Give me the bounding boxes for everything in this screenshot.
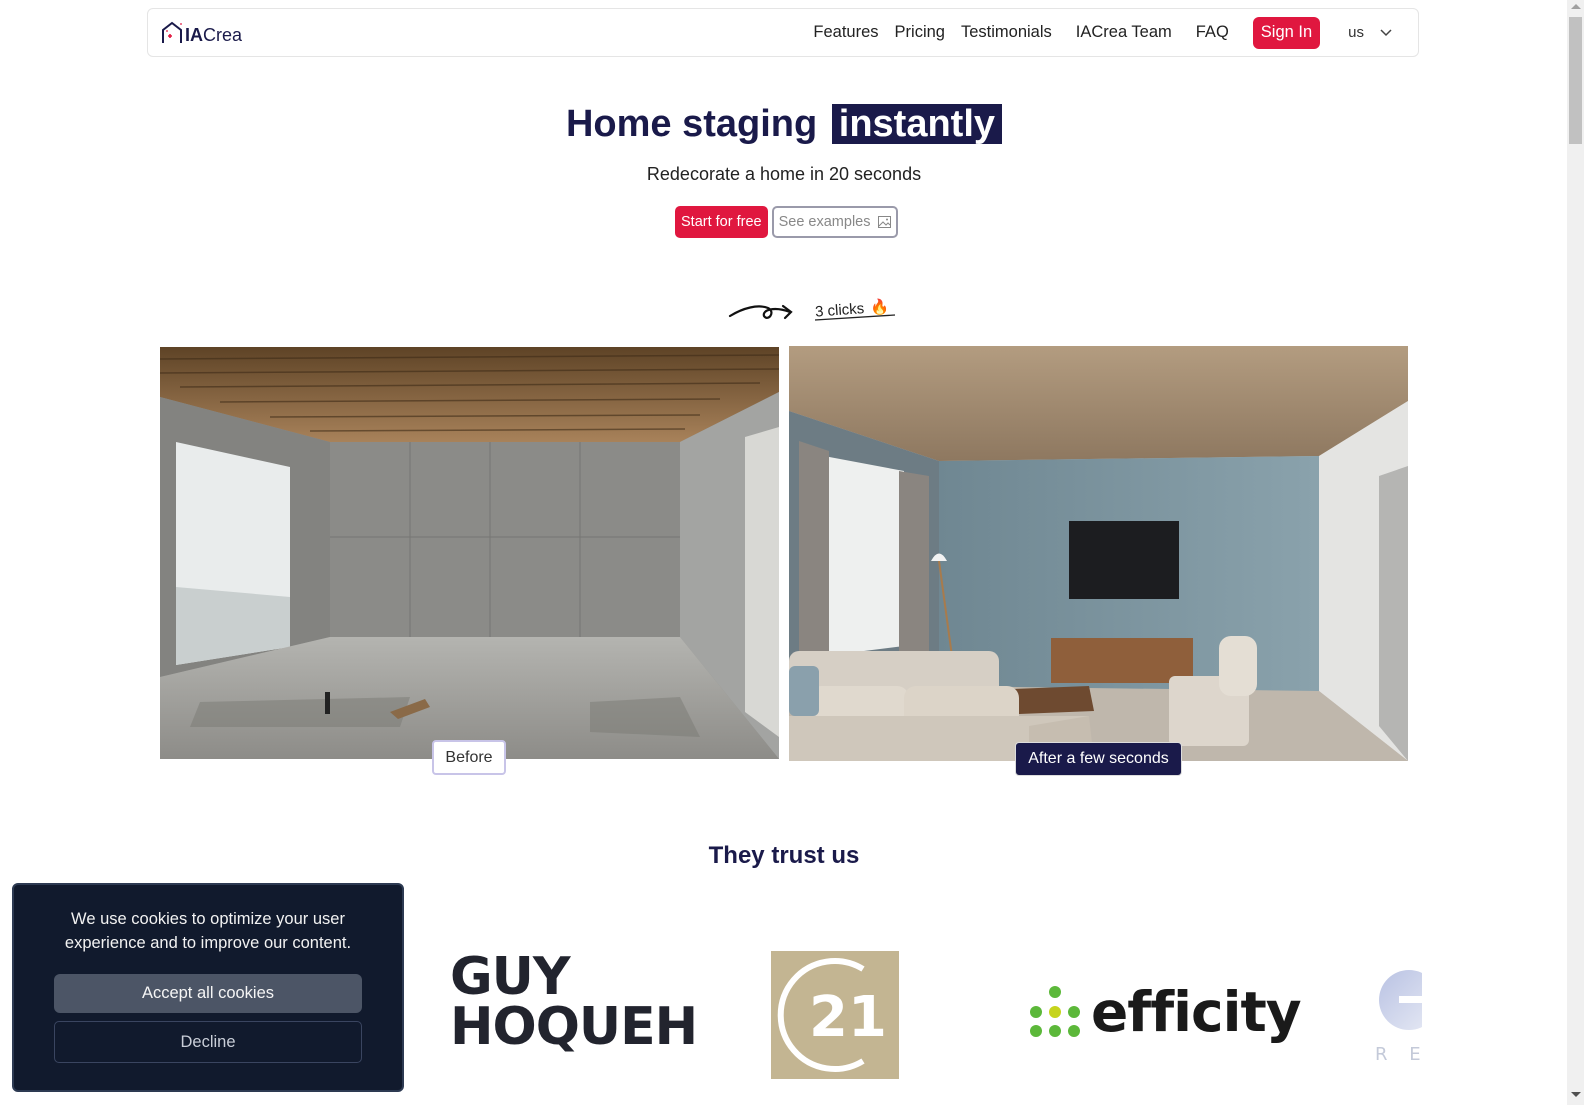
nav-link-testimonials[interactable]: Testimonials <box>961 23 1052 42</box>
scroll-thumb[interactable] <box>1569 17 1582 144</box>
century21-mark: 21 <box>777 958 887 1072</box>
svg-text:R E: R E <box>1375 1044 1422 1065</box>
nav-link-features[interactable]: Features <box>813 23 878 42</box>
logo-partial: R E <box>1375 970 1422 1065</box>
brand-name: IACrea <box>185 25 243 45</box>
staged-living-room-illustration <box>789 346 1408 761</box>
trust-title: They trust us <box>708 842 860 869</box>
cookie-message: We use cookies to optimize your user exp… <box>64 910 352 952</box>
accept-cookies-button[interactable]: Accept all cookies <box>54 974 362 1013</box>
language-select[interactable]: us <box>1348 24 1392 41</box>
hero-title-main: Home staging <box>565 103 818 145</box>
decline-cookies-button[interactable]: Decline <box>54 1021 362 1063</box>
see-examples-label: See examples <box>778 214 871 230</box>
see-examples-button[interactable]: See examples <box>771 206 899 238</box>
hero-title: Home staging instantly <box>0 102 1568 146</box>
image-icon <box>878 216 892 228</box>
efficity-dots-icon <box>1030 986 1080 1037</box>
nav-links: Features Pricing Testimonials IACrea Tea… <box>813 9 1418 56</box>
century21-number: 21 <box>809 985 887 1050</box>
navbar: IACrea Features Pricing Testimonials IAC… <box>147 8 1419 57</box>
scroll-down-arrow-icon[interactable] <box>1571 1092 1581 1097</box>
partner-logos-carousel: GUY HOQUEH 21 efficity R E <box>400 940 1422 1080</box>
after-image <box>789 346 1408 761</box>
chevron-down-icon <box>1380 28 1392 36</box>
logo-efficity: efficity <box>1027 980 1302 1044</box>
house-sparkle-icon <box>162 21 182 43</box>
brand-logo[interactable]: IACrea <box>161 19 242 45</box>
nav-link-faq[interactable]: FAQ <box>1196 23 1229 42</box>
before-label: Before <box>432 740 506 775</box>
scroll-up-arrow-icon[interactable] <box>1571 4 1581 9</box>
logo-century21: 21 <box>771 951 899 1079</box>
underline-stroke <box>815 314 896 321</box>
construction-room-illustration <box>160 347 779 759</box>
nav-link-team[interactable]: IACrea Team <box>1076 23 1172 42</box>
logo-guy-hoquet: GUY HOQUEH <box>450 947 698 1057</box>
page-scrollbar[interactable] <box>1567 0 1584 1105</box>
hero-subtitle: Redecorate a home in 20 seconds <box>646 164 922 184</box>
cookie-banner: We use cookies to optimize your user exp… <box>12 883 404 1092</box>
language-value: us <box>1348 24 1364 41</box>
cta-group: Start for free See examples <box>675 206 899 238</box>
hero-title-highlight: instantly <box>831 104 1003 144</box>
before-image <box>160 347 779 759</box>
sign-in-button[interactable]: Sign In <box>1252 16 1321 49</box>
curly-arrow-icon <box>728 304 793 320</box>
start-for-free-button[interactable]: Start for free <box>675 206 768 238</box>
nav-link-pricing[interactable]: Pricing <box>895 23 945 42</box>
after-label: After a few seconds <box>1015 742 1182 776</box>
